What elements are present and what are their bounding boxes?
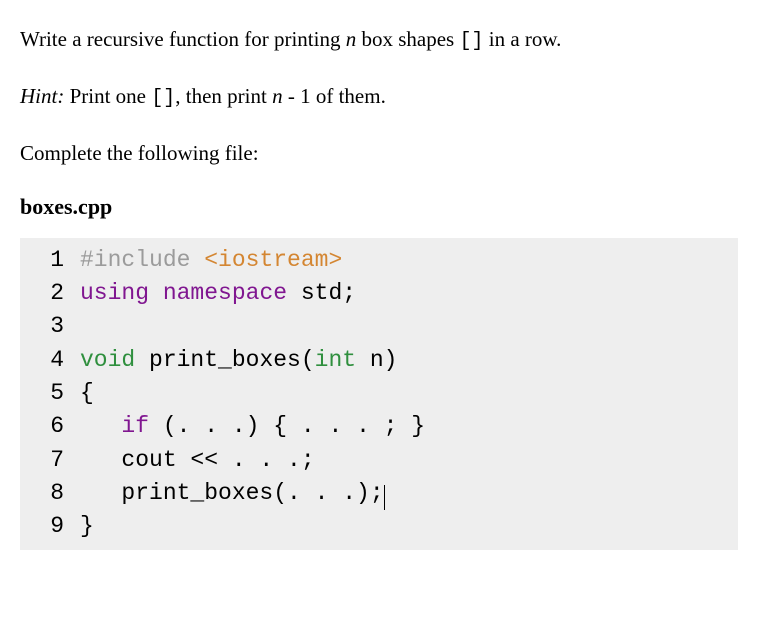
code-line: 5{ — [20, 377, 738, 410]
instruction-line-1: Write a recursive function for printing … — [20, 24, 738, 57]
code-token: } — [80, 513, 94, 539]
code-token: print_boxes( — [135, 347, 314, 373]
code-token: #include — [80, 247, 204, 273]
text: , then print — [175, 84, 272, 108]
text: box shapes — [356, 27, 459, 51]
code-line: 7 cout << . . .; — [20, 444, 738, 477]
code-line: 2using namespace std; — [20, 277, 738, 310]
line-number: 3 — [20, 310, 80, 343]
line-number: 4 — [20, 344, 80, 377]
code-content: #include <iostream> — [80, 244, 342, 277]
code-token: void — [80, 347, 135, 373]
code-token: int — [315, 347, 356, 373]
code-token: namespace — [163, 280, 287, 306]
line-number: 6 — [20, 410, 80, 443]
code-token — [80, 413, 121, 439]
instruction-complete: Complete the following file: — [20, 138, 738, 170]
text: - 1 of them. — [283, 84, 386, 108]
code-token: { — [80, 380, 94, 406]
code-block: 1#include <iostream>2using namespace std… — [20, 238, 738, 550]
text: in a row. — [483, 27, 561, 51]
code-token: using — [80, 280, 149, 306]
code-content: print_boxes(. . .); — [80, 477, 385, 510]
filename-heading: boxes.cpp — [20, 194, 738, 220]
code-content: } — [80, 510, 94, 543]
instructions-block: Write a recursive function for printing … — [20, 24, 738, 170]
text-cursor — [384, 485, 385, 510]
text: Write a recursive function for printing — [20, 27, 346, 51]
line-number: 1 — [20, 244, 80, 277]
code-content: { — [80, 377, 94, 410]
code-content: if (. . .) { . . . ; } — [80, 410, 425, 443]
code-token: std; — [287, 280, 356, 306]
code-content: cout << . . .; — [80, 444, 315, 477]
code-token: if — [121, 413, 149, 439]
line-number: 9 — [20, 510, 80, 543]
code-token: (. . .) { . . . ; } — [149, 413, 425, 439]
code-inline-box: [] — [459, 30, 483, 53]
code-token: n) — [356, 347, 397, 373]
code-line: 4void print_boxes(int n) — [20, 344, 738, 377]
code-token: print_boxes(. . .); — [80, 480, 384, 506]
line-number: 2 — [20, 277, 80, 310]
code-content: void print_boxes(int n) — [80, 344, 398, 377]
code-line: 8 print_boxes(. . .); — [20, 477, 738, 510]
variable-n: n — [346, 27, 357, 51]
line-number: 8 — [20, 477, 80, 510]
line-number: 5 — [20, 377, 80, 410]
code-inline-box: [] — [151, 87, 175, 110]
code-line: 9} — [20, 510, 738, 543]
line-number: 7 — [20, 444, 80, 477]
code-token — [149, 280, 163, 306]
code-line: 6 if (. . .) { . . . ; } — [20, 410, 738, 443]
variable-n: n — [272, 84, 283, 108]
code-content: using namespace std; — [80, 277, 356, 310]
code-token: cout << . . .; — [80, 447, 315, 473]
instruction-hint: Hint: Print one [], then print n - 1 of … — [20, 81, 738, 114]
text: Print one — [64, 84, 151, 108]
hint-label: Hint: — [20, 84, 64, 108]
code-line: 3 — [20, 310, 738, 343]
code-token: <iostream> — [204, 247, 342, 273]
code-line: 1#include <iostream> — [20, 244, 738, 277]
